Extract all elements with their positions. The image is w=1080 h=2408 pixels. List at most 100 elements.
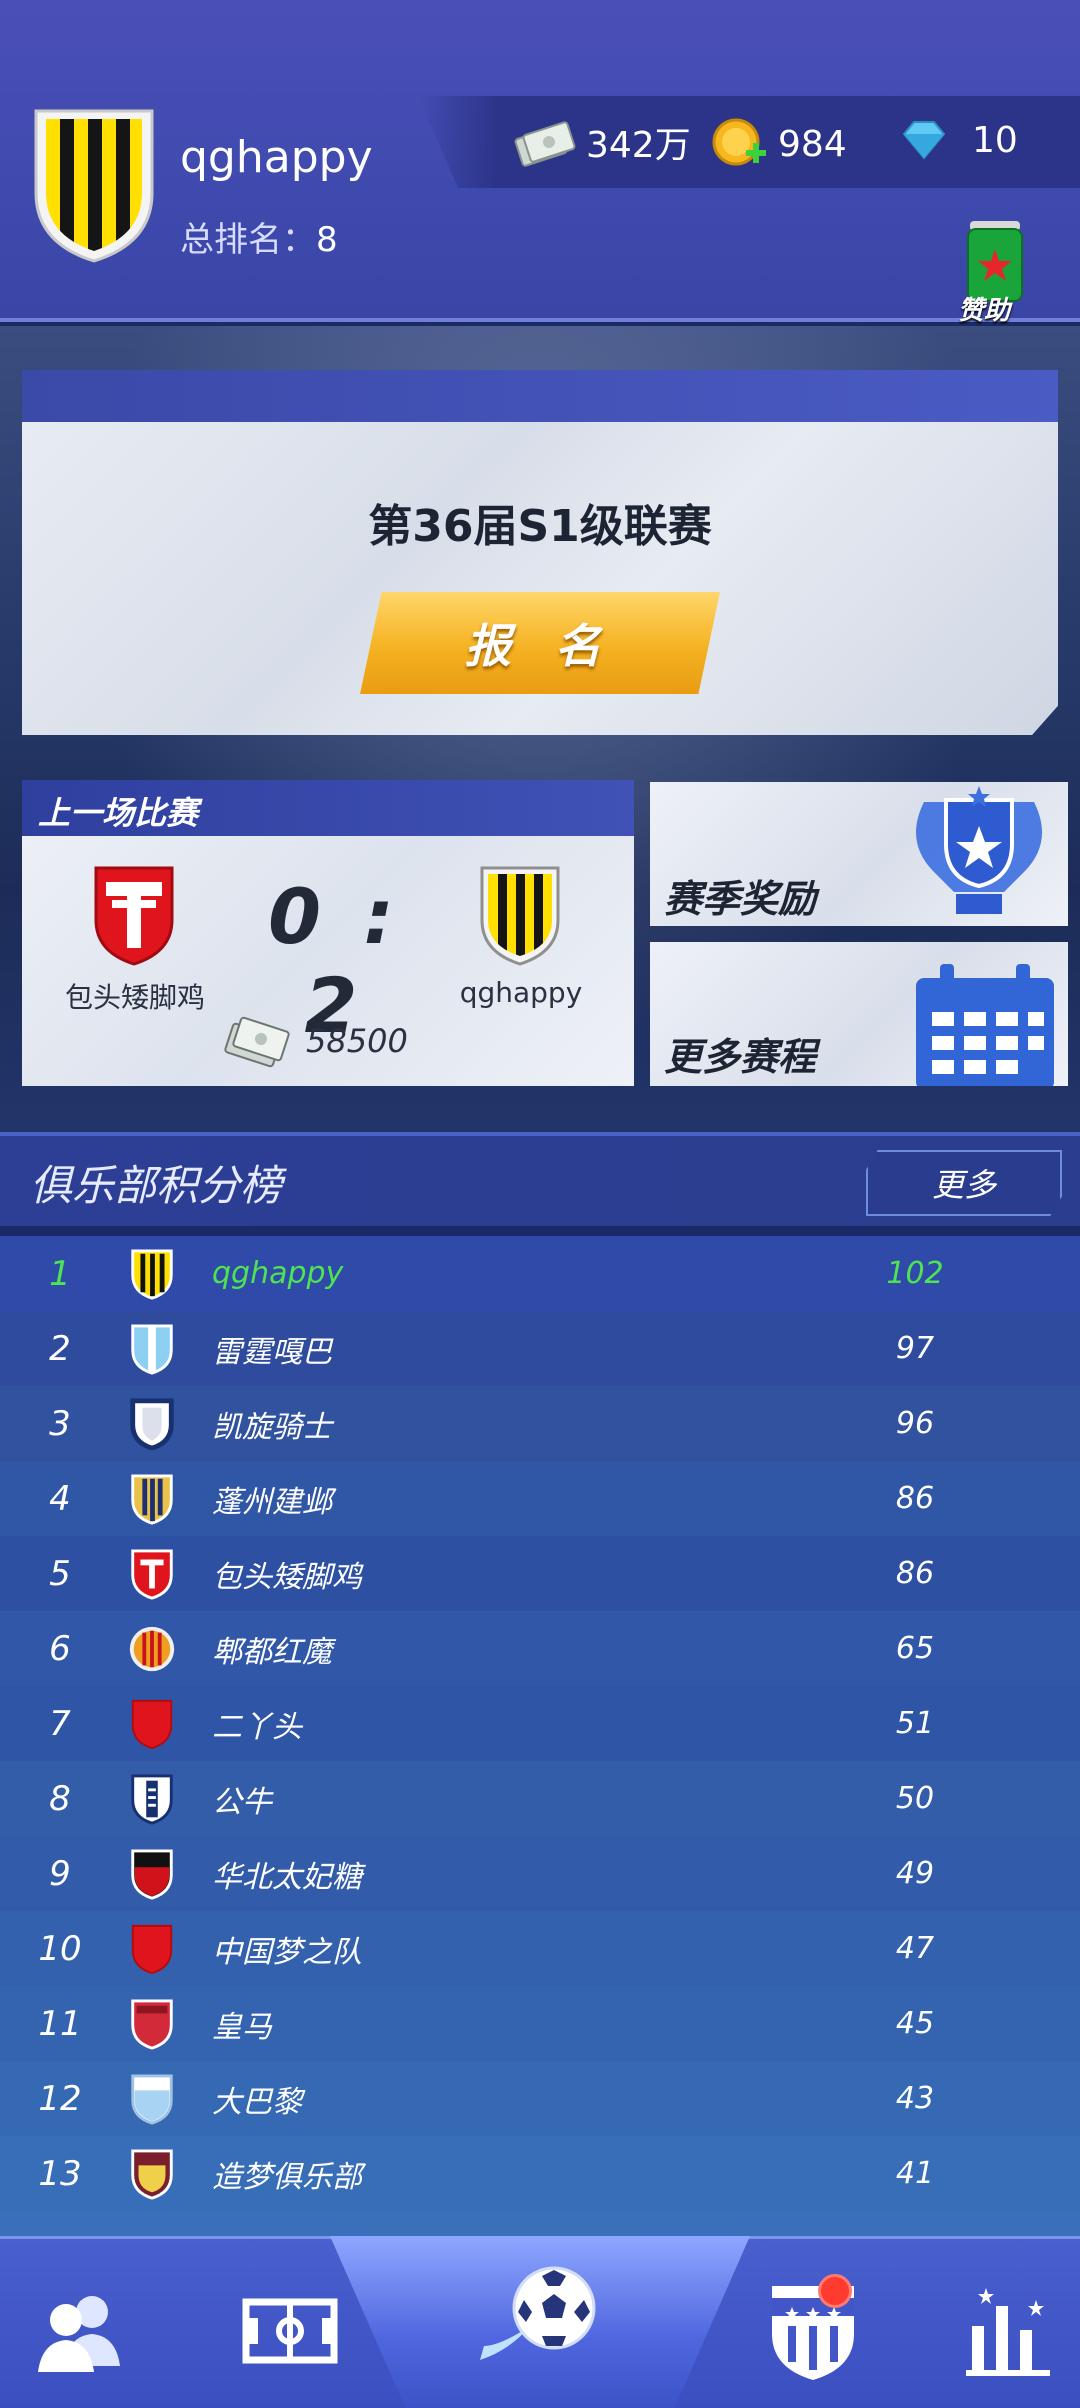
standings-rank: 7: [49, 1703, 71, 1744]
team-crest-icon: [131, 1474, 173, 1525]
team-crest-icon: [131, 1549, 173, 1600]
standings-points: 47: [895, 1931, 935, 1966]
team-crest-icon: [131, 2149, 173, 2200]
team-crest-icon: [131, 2074, 173, 2125]
overall-rank: 总排名：8: [180, 212, 338, 261]
standings-team-name: 郫都红魔: [212, 1634, 332, 1670]
coin-value: 984: [778, 123, 847, 165]
team-crest-icon: [131, 1699, 173, 1750]
standings-points: 43: [895, 2081, 935, 2116]
standings-team-name: 包头矮脚鸡: [212, 1559, 362, 1595]
standings-rank: 11: [38, 2003, 82, 2044]
team-icon[interactable]: [30, 2280, 130, 2380]
team-crest-icon: [131, 1924, 173, 1975]
username: qghappy: [180, 132, 373, 183]
standings-points: 96: [895, 1406, 935, 1441]
standings-team-name: 二丫头: [212, 1709, 302, 1745]
home-team-crest-icon: [94, 866, 174, 966]
standings-row[interactable]: 1 qghappy 102: [0, 1236, 1080, 1311]
standings-points: 45: [895, 2006, 935, 2041]
standings-points: 97: [895, 1331, 935, 1366]
standings-row[interactable]: 12 大巴黎 43: [0, 2061, 1080, 2136]
diamond-value: 10: [972, 119, 1018, 161]
team-crest-icon: [131, 1849, 173, 1900]
standings-points: 49: [895, 1856, 935, 1891]
season-rewards-card[interactable]: 赛季奖励: [650, 782, 1068, 926]
standings-row[interactable]: 7 二丫头 51: [0, 1686, 1080, 1761]
team-crest-icon: [131, 1324, 173, 1375]
standings-rank: 5: [49, 1553, 71, 1594]
diamond-icon: [902, 121, 946, 160]
cash-icon: [514, 121, 576, 167]
standings-rank: 1: [49, 1253, 71, 1294]
standings-row[interactable]: 5 包头矮脚鸡 86: [0, 1536, 1080, 1611]
standings-rank: 13: [38, 2153, 82, 2194]
standings-row[interactable]: 6 郫都红魔 65: [0, 1611, 1080, 1686]
cash-counter[interactable]: 342万: [514, 116, 691, 168]
team-crest-icon: [131, 1249, 173, 1300]
sponsor-label[interactable]: 赞助: [958, 290, 1010, 327]
cash-prize-icon: [224, 1016, 290, 1068]
home-team-name: 包头矮脚鸡: [64, 981, 205, 1014]
league-title: 第36届S1级联赛: [368, 501, 712, 552]
ball-icon[interactable]: [470, 2250, 610, 2390]
standings-points: 41: [895, 2156, 935, 2191]
diamond-counter[interactable]: 10: [896, 116, 1018, 164]
season-rewards-label: 赛季奖励: [664, 877, 817, 921]
standings-row-peek: [0, 2211, 1080, 2236]
standings-team-name: 蓬州建邺: [212, 1484, 332, 1520]
standings-row[interactable]: 8 公牛 50: [0, 1761, 1080, 1836]
standings-points: 65: [895, 1631, 935, 1666]
standings-row[interactable]: 3 凯旋骑士 96: [0, 1386, 1080, 1461]
signup-button[interactable]: 报 名: [360, 592, 720, 694]
standings-team-name: 公牛: [212, 1784, 272, 1820]
gold-coin-add-icon: [712, 118, 766, 166]
standings-team-name: qghappy: [212, 1256, 344, 1291]
pitch-icon[interactable]: [240, 2280, 340, 2380]
standings-team-name: 雷霆嘎巴: [212, 1334, 332, 1370]
standings-more-button[interactable]: 更多: [866, 1150, 1062, 1216]
standings-team-name: 凯旋骑士: [212, 1409, 332, 1445]
coin-counter[interactable]: 984: [710, 116, 847, 172]
standings-points: 102: [886, 1256, 944, 1291]
standings-rank: 2: [49, 1328, 71, 1369]
standings-row[interactable]: 13 造梦俱乐部 41: [0, 2136, 1080, 2211]
standings-rank: 4: [49, 1478, 71, 1519]
more-schedule-label: 更多赛程: [664, 1035, 817, 1079]
standings-row[interactable]: 4 蓬州建邺 86: [0, 1461, 1080, 1536]
match-prize: 58500: [306, 1022, 408, 1060]
away-team-crest-icon: [480, 866, 560, 966]
standings-team-name: 中国梦之队: [212, 1934, 362, 1970]
club-crest-icon[interactable]: [30, 105, 158, 265]
more-schedule-card[interactable]: 更多赛程: [650, 942, 1068, 1086]
stats-icon[interactable]: [958, 2280, 1058, 2380]
standings-rank: 6: [49, 1628, 71, 1669]
standings-row[interactable]: 2 雷霆嘎巴 97: [0, 1311, 1080, 1386]
rank-label: 总排名：: [180, 220, 316, 260]
standings-rank: 3: [49, 1403, 71, 1444]
rank-value: 8: [316, 220, 338, 260]
more-label: 更多: [931, 1166, 996, 1204]
calendar-icon: [916, 964, 1054, 1086]
standings-row[interactable]: 9 华北太妃糖 49: [0, 1836, 1080, 1911]
trophy-icon: [916, 786, 1042, 914]
standings-team-name: 造梦俱乐部: [212, 2159, 362, 2195]
team-crest-icon: [129, 1626, 175, 1672]
standings-team-name: 大巴黎: [212, 2084, 302, 2120]
standings-team-name: 皇马: [212, 2009, 272, 2045]
team-crest-icon: [131, 1774, 173, 1825]
standings-row[interactable]: 11 皇马 45: [0, 1986, 1080, 2061]
standings-row[interactable]: 10 中国梦之队 47: [0, 1911, 1080, 1986]
standings-rank: 8: [49, 1778, 71, 1819]
away-team-name: qghappy: [459, 976, 583, 1009]
notification-dot: [818, 2274, 852, 2308]
team-crest-icon: [130, 1398, 174, 1450]
league-card-header: [22, 370, 1058, 422]
last-match-title: 上一场比赛: [38, 794, 199, 832]
standings-rank: 9: [49, 1853, 71, 1894]
standings-rank: 10: [38, 1928, 82, 1969]
standings-rank: 12: [38, 2078, 82, 2119]
standings-team-name: 华北太妃糖: [212, 1859, 362, 1895]
standings-title: 俱乐部积分榜: [30, 1161, 283, 1210]
standings-points: 86: [895, 1481, 935, 1516]
